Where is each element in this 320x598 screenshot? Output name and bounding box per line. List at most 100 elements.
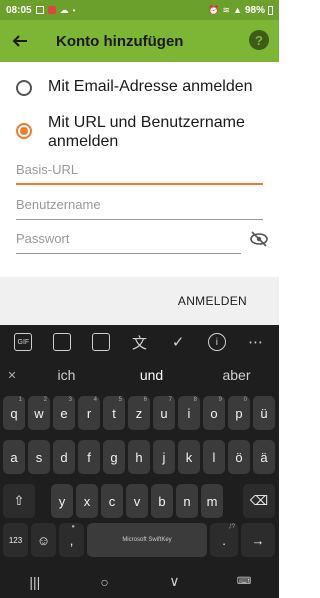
alarm-icon: ⏰ <box>208 4 220 15</box>
key-label: u <box>160 405 168 421</box>
comma-key[interactable]: ● , <box>59 523 84 557</box>
check-icon[interactable]: ✓ <box>169 333 187 351</box>
signin-button[interactable]: ANMELDEN <box>178 294 247 308</box>
recents-icon[interactable]: ||| <box>23 574 47 590</box>
dot-icon: • <box>72 5 76 15</box>
option-url-login[interactable]: Mit URL und Benutzername anmelden <box>16 113 268 151</box>
key-hint: 3 <box>68 397 72 403</box>
key-n[interactable]: n <box>176 484 198 518</box>
key-a[interactable]: a <box>3 440 25 474</box>
space-key[interactable]: Microsoft SwiftKey <box>87 523 207 557</box>
comma-label: , <box>69 532 74 548</box>
clipboard-icon[interactable] <box>91 333 110 351</box>
mic-hint: ● <box>71 524 75 530</box>
key-w[interactable]: w2 <box>28 396 50 430</box>
key-u[interactable]: u7 <box>153 396 175 430</box>
key-h[interactable]: h <box>128 440 150 474</box>
key-e[interactable]: e3 <box>53 396 75 430</box>
translate-icon[interactable]: 文 <box>130 333 148 352</box>
option-email-login[interactable]: Mit Email-Adresse anmelden <box>16 77 268 97</box>
shift-key[interactable]: ⇧ <box>3 484 35 518</box>
suggestion[interactable]: aber <box>194 367 279 383</box>
key-label: s <box>35 449 43 465</box>
key-p[interactable]: p0 <box>228 396 250 430</box>
key-label: b <box>158 493 166 509</box>
password-input[interactable] <box>16 231 241 246</box>
visibility-off-icon[interactable] <box>249 231 269 247</box>
base-url-field[interactable] <box>16 161 263 185</box>
key-ü[interactable]: ü <box>253 396 275 430</box>
key-hint: 6 <box>143 397 147 403</box>
emoji-key[interactable]: ☺ <box>31 523 56 557</box>
sticker-icon[interactable] <box>53 333 72 351</box>
key-ä[interactable]: ä <box>253 440 275 474</box>
keyboard-switch-icon[interactable]: ⌨ <box>232 576 256 587</box>
key-label: a <box>10 449 18 465</box>
app-bar: Konto hinzufügen ? <box>0 20 279 62</box>
suggestion[interactable]: ich <box>24 367 109 383</box>
key-label: x <box>83 493 91 509</box>
key-label: q <box>10 405 18 421</box>
key-label: g <box>110 449 118 465</box>
key-j[interactable]: j <box>153 440 175 474</box>
radio-url[interactable] <box>16 123 32 139</box>
key-x[interactable]: x <box>76 484 98 518</box>
key-label: y <box>58 493 66 509</box>
action-bar: ANMELDEN <box>0 277 279 325</box>
key-label: j <box>162 449 166 465</box>
key-label: p <box>235 405 243 421</box>
key-d[interactable]: d <box>53 440 75 474</box>
key-v[interactable]: v <box>126 484 148 518</box>
keyboard-toolbar: GIF 文 ✓ i ⋯ <box>0 325 279 359</box>
key-label: z <box>135 405 143 421</box>
key-c[interactable]: c <box>101 484 123 518</box>
key-s[interactable]: s <box>28 440 50 474</box>
username-field[interactable] <box>16 196 263 220</box>
key-q[interactable]: q1 <box>3 396 25 430</box>
gif-icon[interactable]: GIF <box>14 333 33 351</box>
radio-email[interactable] <box>16 80 32 96</box>
status-time: 08:05 <box>6 4 32 16</box>
collapse-icon[interactable]: ✕ <box>0 369 24 382</box>
option-url-label: Mit URL und Benutzername anmelden <box>48 114 245 150</box>
key-hint: 7 <box>168 397 172 403</box>
key-hint: 9 <box>218 397 222 403</box>
key-t[interactable]: t5 <box>103 396 125 430</box>
help-button[interactable]: ? <box>249 30 269 50</box>
key-i[interactable]: i8 <box>178 396 200 430</box>
backspace-key[interactable]: ⌫ <box>243 484 275 518</box>
key-l[interactable]: l <box>203 440 225 474</box>
key-hint: 0 <box>243 397 247 403</box>
key-r[interactable]: r4 <box>78 396 100 430</box>
enter-key[interactable]: → <box>241 523 275 557</box>
key-z[interactable]: z6 <box>128 396 150 430</box>
signal-icon: ▲ <box>233 5 242 15</box>
battery-text: 98% <box>244 4 265 16</box>
key-k[interactable]: k <box>178 440 200 474</box>
key-y[interactable]: y <box>51 484 73 518</box>
key-m[interactable]: m <box>201 484 223 518</box>
password-field[interactable] <box>16 230 241 254</box>
info-icon[interactable]: i <box>207 333 226 351</box>
key-f[interactable]: f <box>78 440 100 474</box>
key-label: h <box>135 449 143 465</box>
key-label: ä <box>260 449 268 465</box>
key-o[interactable]: o9 <box>203 396 225 430</box>
username-input[interactable] <box>16 197 263 212</box>
battery-icon <box>268 5 273 15</box>
key-g[interactable]: g <box>103 440 125 474</box>
period-key[interactable]: ,!? . <box>210 523 238 557</box>
numbers-key[interactable]: 123 <box>3 523 28 557</box>
status-bar: 08:05 ☁ • ⏰ ≋ ▲ 98% <box>0 0 279 20</box>
home-icon[interactable]: ○ <box>93 574 117 590</box>
key-ö[interactable]: ö <box>228 440 250 474</box>
back-button[interactable] <box>0 20 40 62</box>
space-label: Microsoft SwiftKey <box>122 537 172 543</box>
suggestion[interactable]: und <box>109 367 194 383</box>
navigation-bar: ||| ○ ∨ ⌨ <box>0 565 279 598</box>
base-url-input[interactable] <box>16 162 263 177</box>
more-icon[interactable]: ⋯ <box>247 333 265 351</box>
back-nav-icon[interactable]: ∨ <box>162 573 186 590</box>
key-b[interactable]: b <box>151 484 173 518</box>
key-hint: 1 <box>18 397 22 403</box>
